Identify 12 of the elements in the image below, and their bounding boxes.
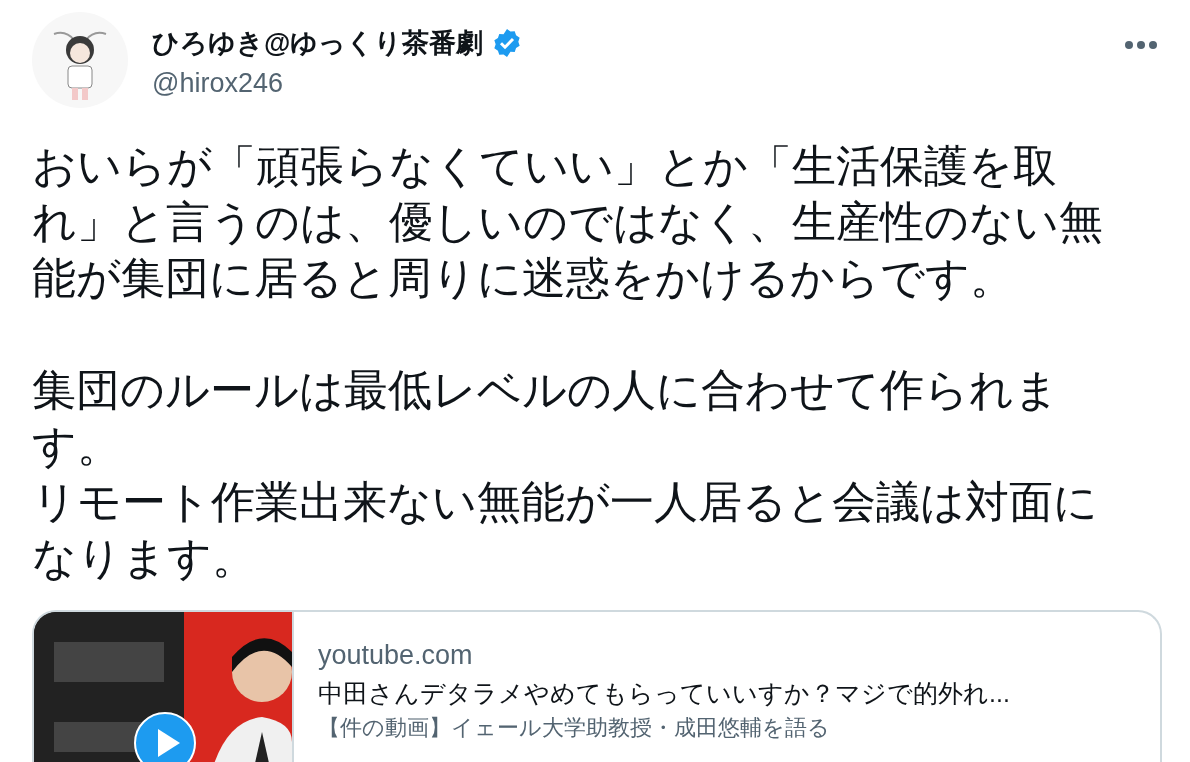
link-card[interactable]: youtube.com 中田さんデタラメやめてもらっていいすか？マジで的外れ... 【件の動画】イェール大学助教授・成田悠輔を語る — [32, 610, 1162, 762]
tweet-text: 集団のルールは最低レベルの人に合わせて作られます。 — [32, 364, 1060, 472]
avatar[interactable] — [32, 12, 128, 108]
link-title: 中田さんデタラメやめてもらっていいすか？マジで的外れ... — [318, 678, 1010, 709]
display-name[interactable]: ひろゆき@ゆっくり茶番劇 — [152, 26, 484, 60]
link-description: 【件の動画】イェール大学助教授・成田悠輔を語る — [318, 714, 831, 742]
play-icon[interactable] — [134, 712, 196, 762]
tweet-text: おいらが「頑張らなくていい」とか「生活保護を取れ」と言うのは、優しいのではなく、生産性のない無能が集団に居ると周りに迷惑をかけるからです。 — [32, 140, 1104, 304]
link-domain: youtube.com — [318, 639, 474, 672]
more-icon[interactable] — [1124, 40, 1158, 50]
tweet-text: リモート作業出来ない無能が一人居ると会議は対面になります。 — [32, 476, 1099, 584]
user-handle[interactable]: @hirox246 — [152, 66, 1124, 100]
